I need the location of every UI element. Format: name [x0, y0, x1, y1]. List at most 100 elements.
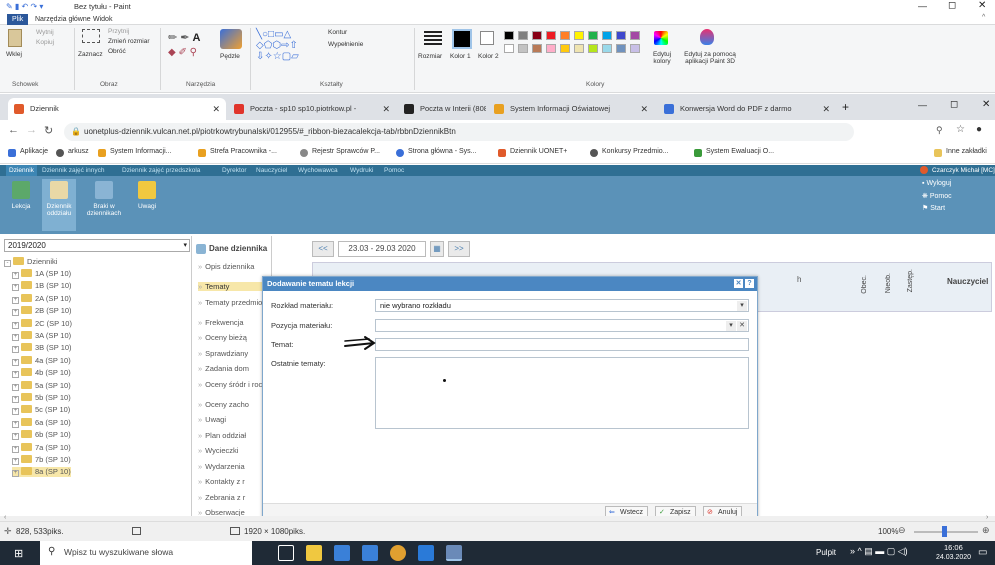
ribbon-collapse-icon[interactable]: ^	[982, 14, 985, 21]
edit-colors-button[interactable]: Edytuj kolory	[648, 51, 676, 65]
app-icon[interactable]	[418, 545, 434, 561]
expand-icon[interactable]: +	[12, 445, 19, 453]
close-tab-icon[interactable]: ✕	[640, 98, 648, 120]
expand-icon[interactable]: +	[12, 420, 19, 428]
rozklad-select[interactable]: nie wybrano rozkładu ▾	[375, 299, 749, 312]
zoom-slider-thumb[interactable]	[942, 526, 947, 537]
palette-swatch[interactable]	[630, 31, 640, 40]
profile-icon[interactable]: ●	[976, 124, 982, 135]
palette-swatch[interactable]	[546, 44, 556, 53]
journal-section-item[interactable]: » Frekwencja	[198, 318, 270, 327]
close-tab-icon[interactable]: ✕	[382, 98, 390, 120]
bookmark-ewaluacja[interactable]: System Ewaluacji O...	[694, 148, 774, 157]
zoom-in-icon[interactable]: ⊕	[982, 525, 990, 536]
journal-section-item[interactable]: » Wycieczki	[198, 446, 270, 455]
browser-tab-sio[interactable]: System Informacji Oświatowej ✕	[488, 98, 654, 120]
palette-swatch[interactable]	[588, 44, 598, 53]
tree-class-item[interactable]: +1B (SP 10)	[12, 281, 72, 292]
paint-taskbar-icon[interactable]	[446, 545, 462, 561]
expand-icon[interactable]: +	[12, 408, 19, 416]
palette-swatch[interactable]	[546, 31, 556, 40]
scroll-left-icon[interactable]: ‹	[4, 514, 6, 521]
expand-icon[interactable]: +	[12, 396, 19, 403]
menu-wychowawca[interactable]: Wychowawca	[298, 165, 338, 176]
temat-input[interactable]	[375, 338, 749, 351]
back-icon[interactable]: ←	[8, 124, 19, 136]
tab-plik[interactable]: Plik	[7, 14, 29, 25]
journal-section-item[interactable]: » Zadania dom	[198, 364, 270, 373]
tree-class-item[interactable]: +8a (SP 10)	[12, 467, 71, 478]
color2-button[interactable]: Kolor 2	[478, 53, 500, 60]
dialog-help-icon[interactable]: ?	[745, 279, 754, 288]
menu-dyrektor[interactable]: Dyrektor	[222, 165, 247, 176]
braki-button[interactable]: Braki w dziennikach	[82, 181, 126, 217]
logout-link[interactable]: ▪ Wyloguj	[922, 180, 951, 187]
maximize-icon[interactable]: ◻	[948, 0, 956, 11]
bookmark-strefa[interactable]: Strefa Pracownika -...	[198, 148, 277, 157]
color1-button[interactable]: Kolor 1	[450, 53, 472, 60]
browser-tab-dziennik[interactable]: Dziennik ✕	[8, 98, 226, 120]
paint3d-button[interactable]: Edytuj za pomocą aplikacji Paint 3D	[680, 51, 740, 65]
expand-icon[interactable]: +	[12, 272, 19, 279]
palette-swatch[interactable]	[616, 44, 626, 53]
crop-button[interactable]: Przytnij	[108, 28, 129, 35]
close-tab-icon[interactable]: ✕	[212, 98, 220, 120]
user-name[interactable]: Czarczyk Michał [MC]	[932, 165, 995, 176]
tree-class-item[interactable]: +6b (SP 10)	[12, 430, 71, 441]
palette-swatch[interactable]	[560, 44, 570, 53]
outline-button[interactable]: Kontur	[328, 29, 347, 36]
palette-swatch[interactable]	[574, 44, 584, 53]
zoom-slider[interactable]	[914, 526, 978, 537]
calendar-icon[interactable]: ▦	[430, 241, 444, 257]
tree-class-item[interactable]: +2A (SP 10)	[12, 293, 71, 304]
expand-icon[interactable]: +	[12, 346, 19, 354]
expand-icon[interactable]: +	[12, 334, 19, 341]
palette-swatch[interactable]	[532, 44, 542, 53]
expand-icon[interactable]: +	[12, 433, 19, 441]
mail-icon[interactable]	[362, 545, 378, 561]
bookmark-system-informacji[interactable]: System Informacji...	[98, 148, 171, 157]
tree-class-item[interactable]: +7b (SP 10)	[12, 455, 71, 465]
tree-class-item[interactable]: +3B (SP 10)	[12, 343, 72, 354]
pozycja-select[interactable]: ▾ ✕	[375, 319, 749, 332]
zoom-icon[interactable]: ⚲	[936, 125, 943, 136]
next-week-button[interactable]: >>	[448, 241, 470, 257]
journal-section-item[interactable]: » Uwagi	[198, 415, 270, 424]
paste-button[interactable]: Wklej	[6, 51, 22, 58]
bookmark-other[interactable]: Inne zakładki	[934, 148, 987, 157]
expand-icon[interactable]: +	[12, 309, 19, 317]
windows-start-icon[interactable]: ⊞	[14, 547, 23, 560]
journal-section-item[interactable]: » Opis dziennika	[198, 262, 270, 271]
menu-wydruki[interactable]: Wydruki	[350, 165, 373, 176]
journal-section-item[interactable]: » Tematy	[198, 282, 270, 291]
prev-week-button[interactable]: <<	[312, 241, 334, 257]
browser-tab-interia[interactable]: Poczta w Interii (808)	[398, 98, 486, 120]
menu-dziennik[interactable]: Dziennik	[6, 165, 37, 176]
menu-dziennik-przedszkola[interactable]: Dziennik zajęć przedszkola	[122, 165, 200, 176]
tree-root-dzienniki[interactable]: - Dzienniki	[4, 257, 57, 267]
tree-class-item[interactable]: +6a (SP 10)	[12, 417, 71, 428]
color2-swatch[interactable]	[480, 31, 494, 45]
tree-class-item[interactable]: +5b (SP 10)	[12, 393, 71, 403]
palette-swatch[interactable]	[560, 31, 570, 40]
journal-section-item[interactable]: » Oceny bieżą	[198, 333, 270, 342]
zoom-out-icon[interactable]: ⊖	[898, 525, 906, 536]
expand-icon[interactable]: +	[12, 321, 19, 329]
menu-nauczyciel[interactable]: Nauczyciel	[256, 165, 287, 176]
tree-class-item[interactable]: +2B (SP 10)	[12, 306, 72, 317]
tree-class-item[interactable]: +4b (SP 10)	[12, 368, 71, 379]
palette-swatch[interactable]	[616, 31, 626, 40]
select-button[interactable]: Zaznacz	[78, 51, 103, 58]
palette-swatch[interactable]	[532, 31, 542, 40]
browser-tab-poczta[interactable]: Poczta - sp10 sp10.piotrkow.pl - ✕	[228, 98, 396, 120]
tray-icons[interactable]: » ^ ▤ ▬ ▢ ◁)	[850, 546, 908, 557]
bookmark-dziennik-uonet[interactable]: Dziennik UONET+	[498, 148, 567, 157]
tree-class-item[interactable]: +5a (SP 10)	[12, 380, 71, 391]
expand-icon[interactable]: +	[12, 458, 19, 465]
bookmark-strona-glowna[interactable]: Strona główna - Sys...	[396, 148, 476, 157]
cut-button[interactable]: Wytnij	[36, 29, 54, 36]
task-view-icon[interactable]	[278, 545, 294, 561]
browser-close-icon[interactable]: ✕	[982, 99, 990, 110]
color1-swatch[interactable]	[452, 29, 472, 49]
recent-topics-list[interactable]	[375, 357, 749, 429]
